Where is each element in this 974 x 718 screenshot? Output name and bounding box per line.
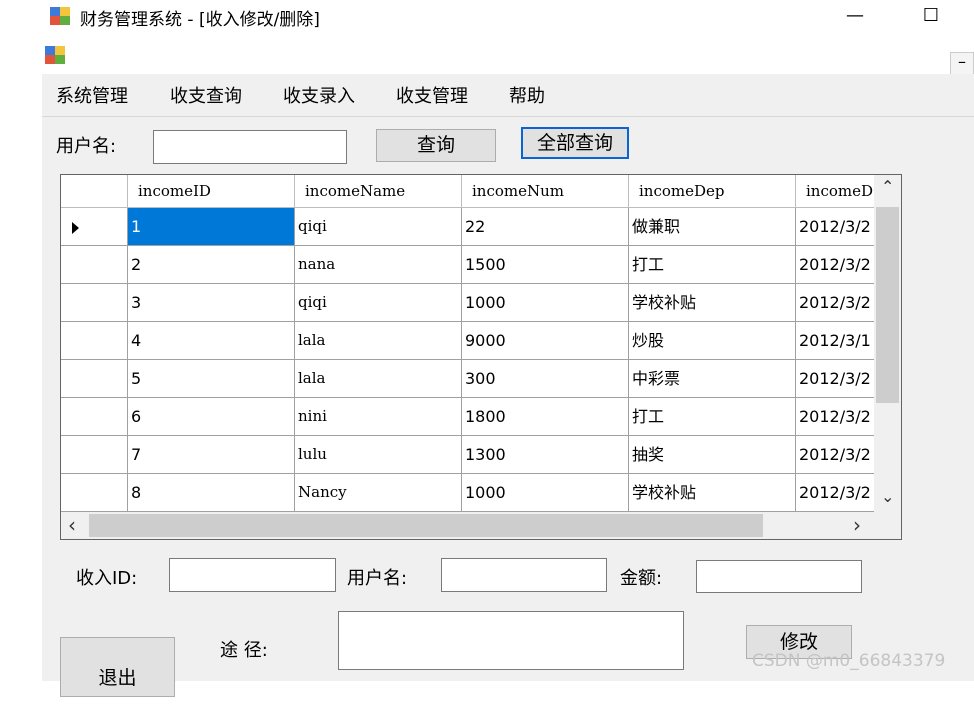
table-row[interactable]: 7 lulu 1300 抽奖 2012/3/2 [61, 436, 896, 474]
row-header[interactable] [61, 398, 128, 436]
row-header[interactable] [61, 208, 128, 246]
scroll-down-icon[interactable]: ⌄ [881, 487, 894, 506]
child-app-icon[interactable] [45, 46, 65, 64]
table-cell[interactable]: nana [295, 246, 462, 284]
row-header[interactable] [61, 360, 128, 398]
table-row[interactable]: 3 qiqi 1000 学校补贴 2012/3/2 [61, 284, 896, 322]
table-cell[interactable]: 1 [128, 208, 295, 246]
app-icon [50, 7, 70, 25]
column-header-income-num[interactable]: incomeNum [462, 175, 629, 208]
horizontal-scroll-thumb[interactable] [89, 514, 763, 537]
menu-manage[interactable]: 收支管理 [396, 82, 468, 108]
menu-system[interactable]: 系统管理 [56, 82, 128, 108]
table-cell[interactable]: 22 [462, 208, 629, 246]
watermark-text: CSDN @m0_66843379 [752, 651, 946, 671]
table-cell[interactable]: 学校补贴 [629, 284, 796, 322]
table-cell[interactable]: 抽奖 [629, 436, 796, 474]
scroll-right-icon[interactable]: › [853, 513, 861, 537]
table-cell[interactable]: 打工 [629, 246, 796, 284]
table-cell[interactable]: lulu [295, 436, 462, 474]
table-cell[interactable]: 炒股 [629, 322, 796, 360]
menu-help[interactable]: 帮助 [509, 82, 545, 108]
table-cell[interactable]: qiqi [295, 208, 462, 246]
menu-bar: 系统管理 收支查询 收支录入 收支管理 帮助 [42, 74, 974, 117]
income-data-grid[interactable]: incomeID incomeName incomeNum incomeDep … [60, 174, 902, 540]
table-cell[interactable]: 1000 [462, 474, 629, 512]
table-cell[interactable]: Nancy [295, 474, 462, 512]
username-label: 用户名: [347, 568, 408, 589]
window-title: 财务管理系统 - [收入修改/删除] [80, 10, 320, 30]
exit-button[interactable]: 退出 [60, 637, 175, 697]
grid-header-row: incomeID incomeName incomeNum incomeDep … [61, 175, 896, 208]
table-cell[interactable]: lala [295, 360, 462, 398]
table-row[interactable]: 4 lala 9000 炒股 2012/3/1 [61, 322, 896, 360]
menu-query[interactable]: 收支查询 [170, 82, 242, 108]
minimize-button[interactable]: — [840, 4, 870, 28]
table-cell[interactable]: 中彩票 [629, 360, 796, 398]
table-cell[interactable]: 学校补贴 [629, 474, 796, 512]
table-cell[interactable]: lala [295, 322, 462, 360]
table-cell[interactable]: 9000 [462, 322, 629, 360]
table-cell[interactable]: 300 [462, 360, 629, 398]
table-cell[interactable]: nini [295, 398, 462, 436]
table-row[interactable]: 6 nini 1800 打工 2012/3/2 [61, 398, 896, 436]
row-header[interactable] [61, 436, 128, 474]
column-header-income-dep[interactable]: incomeDep [629, 175, 796, 208]
amount-input[interactable] [696, 560, 862, 593]
vertical-scrollbar[interactable]: ⌃ ⌄ [874, 175, 901, 514]
row-header[interactable] [61, 284, 128, 322]
table-cell[interactable]: 3 [128, 284, 295, 322]
horizontal-scrollbar[interactable]: ‹ › [61, 512, 876, 539]
table-row[interactable]: 1 qiqi 22 做兼职 2012/3/2 [61, 208, 896, 246]
table-cell[interactable]: 1000 [462, 284, 629, 322]
table-row[interactable]: 2 nana 1500 打工 2012/3/2 [61, 246, 896, 284]
current-row-arrow-icon [72, 222, 79, 234]
column-header-income-name[interactable]: incomeName [295, 175, 462, 208]
query-all-button[interactable]: 全部查询 [521, 127, 629, 159]
table-cell[interactable]: 6 [128, 398, 295, 436]
income-id-label: 收入ID: [76, 568, 138, 589]
child-icon-bar: – [42, 34, 974, 78]
purpose-textarea[interactable] [338, 611, 684, 670]
table-cell[interactable]: 7 [128, 436, 295, 474]
scroll-left-icon[interactable]: ‹ [68, 513, 76, 537]
table-cell[interactable]: 4 [128, 322, 295, 360]
scroll-up-icon[interactable]: ⌃ [881, 177, 894, 196]
table-cell[interactable]: 1500 [462, 246, 629, 284]
table-row[interactable]: 5 lala 300 中彩票 2012/3/2 [61, 360, 896, 398]
window-title-bar: 财务管理系统 - [收入修改/删除] — ☐ [0, 0, 974, 34]
row-header[interactable] [61, 246, 128, 284]
table-cell[interactable]: qiqi [295, 284, 462, 322]
table-cell[interactable]: 2 [128, 246, 295, 284]
grid-corner-header[interactable] [61, 175, 128, 208]
row-header[interactable] [61, 474, 128, 512]
table-cell[interactable]: 5 [128, 360, 295, 398]
scrollbar-corner [874, 512, 901, 539]
purpose-label: 途 径: [220, 640, 268, 661]
search-username-input[interactable] [153, 130, 347, 164]
table-cell[interactable]: 8 [128, 474, 295, 512]
amount-label: 金额: [620, 568, 663, 589]
username-input[interactable] [441, 558, 607, 592]
maximize-button[interactable]: ☐ [916, 4, 946, 28]
column-header-income-id[interactable]: incomeID [128, 175, 295, 208]
table-cell[interactable]: 打工 [629, 398, 796, 436]
vertical-scroll-thumb[interactable] [876, 207, 899, 403]
table-cell[interactable]: 1300 [462, 436, 629, 474]
table-cell[interactable]: 1800 [462, 398, 629, 436]
search-username-label: 用户名: [56, 136, 117, 157]
query-button[interactable]: 查询 [376, 129, 496, 162]
table-row[interactable]: 8 Nancy 1000 学校补贴 2012/3/2 [61, 474, 896, 512]
income-id-input[interactable] [169, 558, 336, 592]
menu-entry[interactable]: 收支录入 [283, 82, 355, 108]
row-header[interactable] [61, 322, 128, 360]
table-cell[interactable]: 做兼职 [629, 208, 796, 246]
